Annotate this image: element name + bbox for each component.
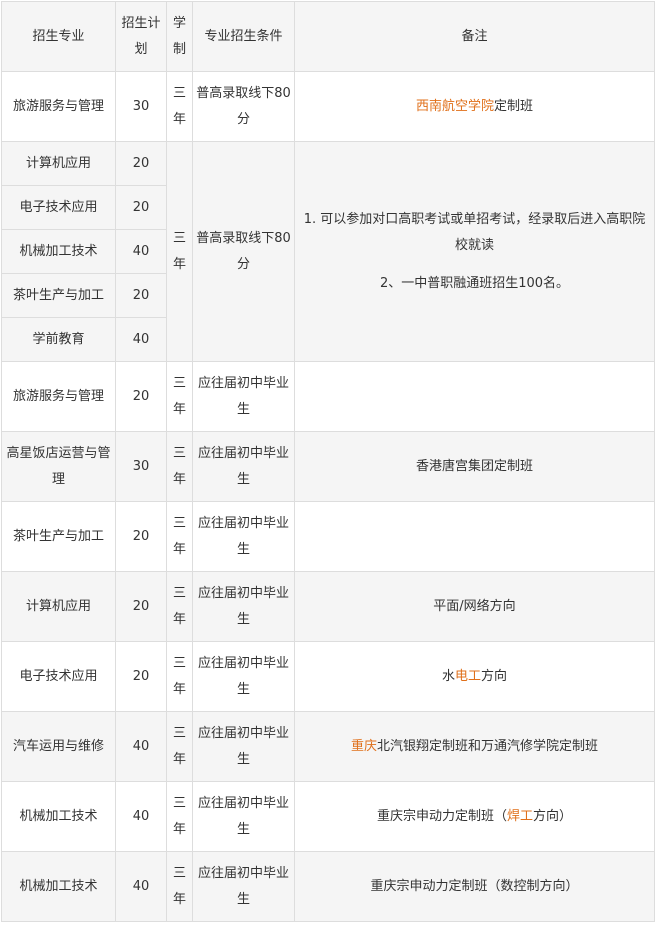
major-cell: 电子技术应用 bbox=[1, 185, 116, 230]
condition-cell: 应往届初中毕业生 bbox=[192, 571, 295, 642]
note-text: 定制班 bbox=[494, 98, 534, 114]
merged-condition-cell: 普高录取线下80分 bbox=[192, 141, 295, 362]
table-row: 旅游服务与管理 20 三年 应往届初中毕业生 bbox=[1, 361, 655, 432]
table-row: 电子技术应用 20 三年 应往届初中毕业生 水电工方向 bbox=[1, 641, 655, 712]
table-row: 机械加工技术 40 三年 应往届初中毕业生 重庆宗申动力定制班（焊工方向） bbox=[1, 781, 655, 852]
header-plan: 招生计划 bbox=[115, 1, 167, 72]
note-highlight: 电工 bbox=[454, 668, 481, 684]
condition-cell: 应往届初中毕业生 bbox=[192, 851, 295, 922]
major-cell: 茶叶生产与加工 bbox=[1, 501, 116, 572]
note-highlight: 焊工 bbox=[506, 808, 533, 824]
merged-note-cell: 1. 可以参加对口高职考试或单招考试，经录取后进入高职院校就读 2、一中普职融通… bbox=[294, 141, 655, 362]
plan-cell: 30 bbox=[115, 431, 167, 502]
note-highlight: 重庆 bbox=[350, 738, 377, 754]
duration-cell: 三年 bbox=[166, 641, 193, 712]
major-cell: 学前教育 bbox=[1, 317, 116, 362]
major-cell: 茶叶生产与加工 bbox=[1, 273, 116, 318]
note-line-1: 1. 可以参加对口高职考试或单招考试，经录取后进入高职院校就读 bbox=[303, 211, 646, 253]
major-cell: 计算机应用 bbox=[1, 571, 116, 642]
plan-cell: 20 bbox=[115, 361, 167, 432]
condition-cell: 应往届初中毕业生 bbox=[192, 431, 295, 502]
plan-cell: 20 bbox=[115, 571, 167, 642]
major-cell: 计算机应用 bbox=[1, 141, 116, 186]
enrollment-table: 招生专业 招生计划 学制 专业招生条件 备注 旅游服务与管理 30 三年 普高录… bbox=[1, 1, 655, 922]
plan-cell: 20 bbox=[115, 641, 167, 712]
duration-cell: 三年 bbox=[166, 431, 193, 502]
header-major: 招生专业 bbox=[1, 1, 116, 72]
major-cell: 机械加工技术 bbox=[1, 781, 116, 852]
major-cell: 机械加工技术 bbox=[1, 229, 116, 274]
note-cell: 香港唐宫集团定制班 bbox=[294, 431, 655, 502]
major-cell: 机械加工技术 bbox=[1, 851, 116, 922]
note-cell: 重庆宗申动力定制班（焊工方向） bbox=[294, 781, 655, 852]
note-text: 方向） bbox=[533, 808, 573, 824]
note-cell: 水电工方向 bbox=[294, 641, 655, 712]
table-row: 汽车运用与维修 40 三年 应往届初中毕业生 重庆北汽银翔定制班和万通汽修学院定… bbox=[1, 711, 655, 782]
header-row: 招生专业 招生计划 学制 专业招生条件 备注 bbox=[1, 1, 655, 72]
plan-cell: 40 bbox=[115, 851, 167, 922]
table-row: 茶叶生产与加工 20 三年 应往届初中毕业生 bbox=[1, 501, 655, 572]
plan-cell: 40 bbox=[115, 229, 167, 274]
table-row: 计算机应用 20 三年 应往届初中毕业生 平面/网络方向 bbox=[1, 571, 655, 642]
note-text: 方向 bbox=[481, 668, 508, 684]
table-row: 机械加工技术 40 三年 应往届初中毕业生 重庆宗申动力定制班（数控制方向） bbox=[1, 851, 655, 922]
condition-cell: 应往届初中毕业生 bbox=[192, 781, 295, 852]
duration-cell: 三年 bbox=[166, 781, 193, 852]
major-cell: 旅游服务与管理 bbox=[1, 71, 116, 142]
plan-cell: 20 bbox=[115, 501, 167, 572]
duration-cell: 三年 bbox=[166, 361, 193, 432]
condition-cell: 应往届初中毕业生 bbox=[192, 361, 295, 432]
note-cell: 重庆宗申动力定制班（数控制方向） bbox=[294, 851, 655, 922]
plan-cell: 20 bbox=[115, 273, 167, 318]
table-row: 高星饭店运营与管理 30 三年 应往届初中毕业生 香港唐宫集团定制班 bbox=[1, 431, 655, 502]
condition-cell: 应往届初中毕业生 bbox=[192, 641, 295, 712]
header-duration: 学制 bbox=[166, 1, 193, 72]
plan-cell: 40 bbox=[115, 317, 167, 362]
condition-cell: 普高录取线下80分 bbox=[192, 71, 295, 142]
table-row: 旅游服务与管理 30 三年 普高录取线下80分 西南航空学院定制班 bbox=[1, 71, 655, 142]
duration-cell: 三年 bbox=[166, 501, 193, 572]
header-condition: 专业招生条件 bbox=[192, 1, 295, 72]
plan-cell: 30 bbox=[115, 71, 167, 142]
major-cell: 电子技术应用 bbox=[1, 641, 116, 712]
duration-cell: 三年 bbox=[166, 571, 193, 642]
note-text: 北汽银翔定制班和万通汽修学院定制班 bbox=[377, 738, 599, 754]
merged-duration-cell: 三年 bbox=[166, 141, 193, 362]
note-cell: 重庆北汽银翔定制班和万通汽修学院定制班 bbox=[294, 711, 655, 782]
header-notes: 备注 bbox=[294, 1, 655, 72]
table-row: 计算机应用 20 三年 普高录取线下80分 1. 可以参加对口高职考试或单招考试… bbox=[1, 141, 655, 362]
note-cell: 西南航空学院定制班 bbox=[294, 71, 655, 142]
note-highlight: 西南航空学院 bbox=[415, 98, 494, 114]
note-cell bbox=[294, 361, 655, 432]
duration-cell: 三年 bbox=[166, 851, 193, 922]
note-text: 水 bbox=[441, 668, 455, 684]
plan-cell: 20 bbox=[115, 185, 167, 230]
duration-cell: 三年 bbox=[166, 71, 193, 142]
note-cell bbox=[294, 501, 655, 572]
plan-cell: 40 bbox=[115, 711, 167, 782]
duration-cell: 三年 bbox=[166, 711, 193, 782]
plan-cell: 20 bbox=[115, 141, 167, 186]
plan-cell: 40 bbox=[115, 781, 167, 852]
note-cell: 平面/网络方向 bbox=[294, 571, 655, 642]
note-text: 重庆宗申动力定制班（ bbox=[376, 808, 507, 824]
condition-cell: 应往届初中毕业生 bbox=[192, 501, 295, 572]
major-cell: 旅游服务与管理 bbox=[1, 361, 116, 432]
major-cell: 汽车运用与维修 bbox=[1, 711, 116, 782]
condition-cell: 应往届初中毕业生 bbox=[192, 711, 295, 782]
note-line-2: 2、一中普职融通班招生100名。 bbox=[379, 275, 570, 291]
major-cell: 高星饭店运营与管理 bbox=[1, 431, 116, 502]
